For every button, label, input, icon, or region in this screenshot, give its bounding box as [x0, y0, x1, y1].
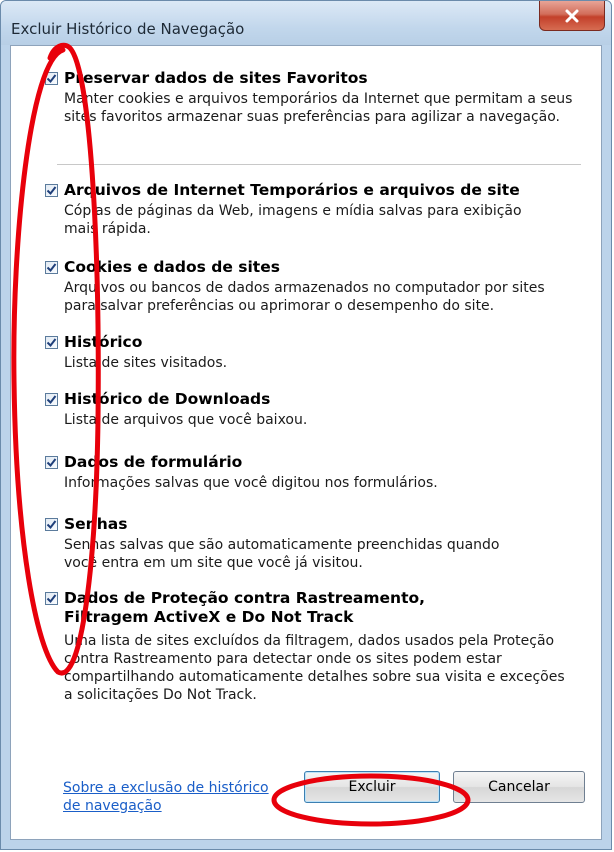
- option-description: Informações salvas que você digitou nos …: [64, 475, 438, 491]
- checkmark-icon: [46, 394, 57, 404]
- dialog-window: Excluir Histórico de Navegação Preservar…: [0, 0, 612, 850]
- option-label: Histórico de Downloads: [64, 390, 271, 408]
- option-cookies: Cookies e dados de sites Arquivos ou ban…: [45, 257, 591, 315]
- checkbox-history[interactable]: [45, 335, 58, 349]
- checkmark-icon: [46, 337, 57, 347]
- checkbox-temporary-files[interactable]: [45, 183, 58, 197]
- option-label: Senhas: [64, 515, 128, 533]
- option-description: Arquivos ou bancos de dados armazenados …: [64, 280, 545, 314]
- option-history: Histórico Lista de sites visitados.: [45, 332, 591, 372]
- option-description: Senhas salvas que são automaticamente pr…: [64, 537, 500, 571]
- checkbox-tracking-protection[interactable]: [45, 591, 58, 605]
- help-link-delete-history[interactable]: Sobre a exclusão de histórico de navegaçã…: [63, 779, 273, 815]
- delete-button[interactable]: Excluir: [304, 771, 440, 803]
- cancel-button[interactable]: Cancelar: [453, 771, 585, 803]
- checkmark-icon: [46, 519, 57, 529]
- window-title: Excluir Histórico de Navegação: [11, 20, 245, 38]
- title-bar[interactable]: Excluir Histórico de Navegação: [1, 1, 611, 45]
- separator: [57, 164, 581, 165]
- option-description: Lista de sites visitados.: [64, 355, 228, 371]
- option-form-data: Dados de formulário Informações salvas q…: [45, 452, 591, 492]
- option-label: Preservar dados de sites Favoritos: [64, 69, 368, 87]
- checkmark-icon: [46, 185, 57, 195]
- close-button[interactable]: [539, 1, 605, 31]
- option-temporary-files: Arquivos de Internet Temporários e arqui…: [45, 180, 591, 238]
- checkbox-cookies[interactable]: [45, 260, 58, 274]
- option-tracking-protection: Dados de Proteção contra Rastreamento, F…: [45, 588, 591, 704]
- checkbox-download-history[interactable]: [45, 392, 58, 406]
- checkmark-icon: [46, 593, 57, 603]
- dialog-content: Preservar dados de sites Favoritos Mante…: [10, 45, 602, 840]
- checkbox-preserve-favorites[interactable]: [45, 71, 58, 85]
- close-icon: [565, 9, 579, 22]
- option-description: Cópias de páginas da Web, imagens e mídi…: [64, 203, 522, 237]
- option-label: Cookies e dados de sites: [64, 258, 280, 276]
- option-label: Dados de formulário: [64, 453, 243, 471]
- option-description: Uma lista de sites excluídos da filtrage…: [64, 633, 565, 703]
- option-label: Dados de Proteção contra Rastreamento,: [64, 589, 426, 607]
- option-label-line2: Filtragem ActiveX e Do Not Track: [64, 608, 354, 626]
- checkbox-passwords[interactable]: [45, 517, 58, 531]
- option-passwords: Senhas Senhas salvas que são automaticam…: [45, 514, 591, 572]
- checkmark-icon: [46, 73, 57, 83]
- checkbox-form-data[interactable]: [45, 455, 58, 469]
- option-label: Arquivos de Internet Temporários e arqui…: [64, 181, 520, 199]
- option-download-history: Histórico de Downloads Lista de arquivos…: [45, 389, 591, 429]
- option-label: Histórico: [64, 333, 143, 351]
- checkmark-icon: [46, 262, 57, 272]
- option-preserve-favorites: Preservar dados de sites Favoritos Mante…: [45, 68, 591, 126]
- option-description: Lista de arquivos que você baixou.: [64, 412, 308, 428]
- option-description: Manter cookies e arquivos temporários da…: [64, 91, 573, 125]
- checkmark-icon: [46, 457, 57, 467]
